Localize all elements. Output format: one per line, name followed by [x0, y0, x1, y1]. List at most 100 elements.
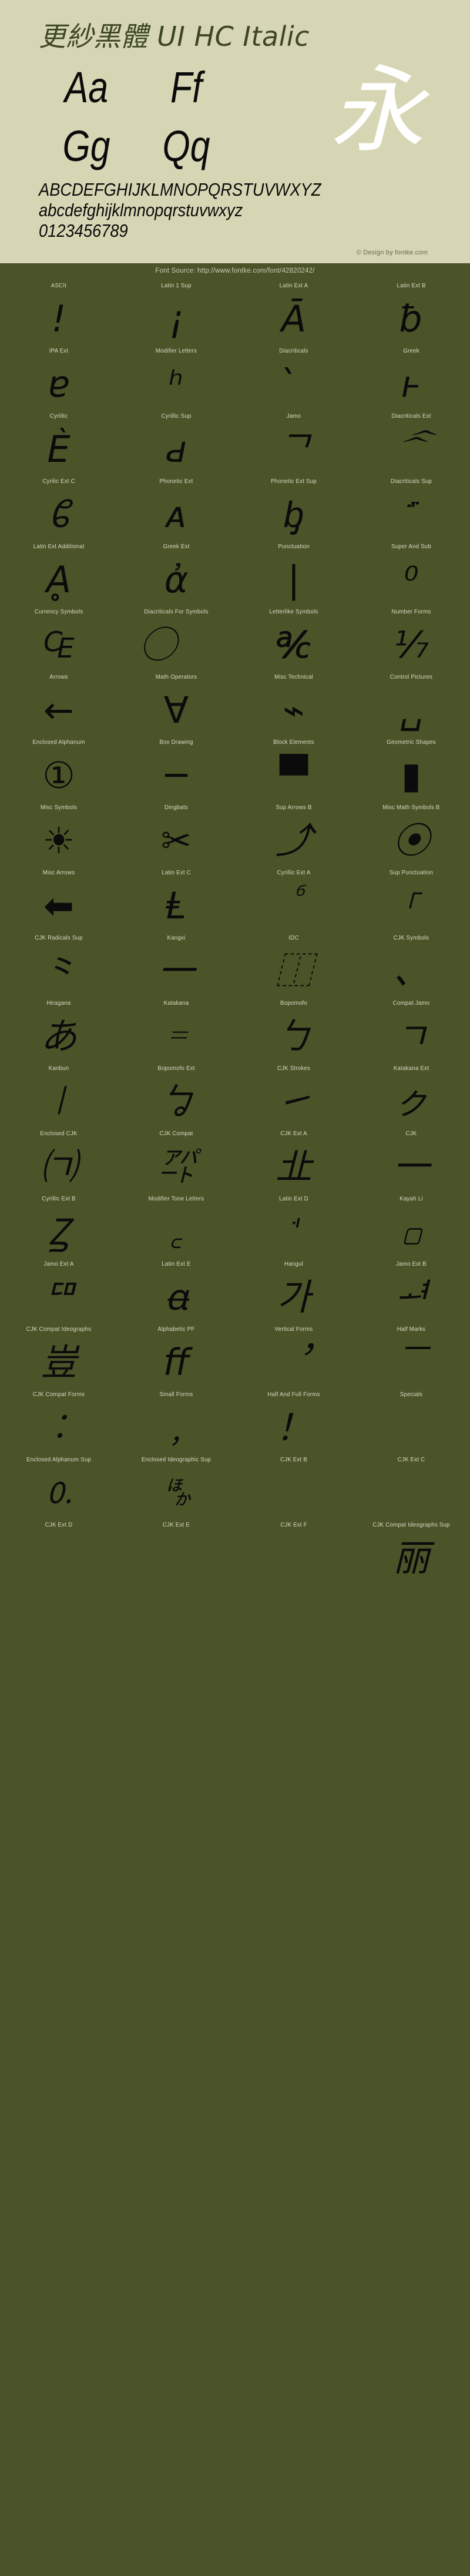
unicode-block-cell[interactable]: Kanbun ㆐ — [0, 1065, 118, 1130]
unicode-block-cell[interactable]: CJK 一 — [352, 1130, 470, 1195]
unicode-block-cell[interactable]: Sup Punctuation ⸀ — [352, 869, 470, 934]
unicode-block-cell[interactable]: IPA Ext ɐ — [0, 347, 118, 412]
unicode-block-cell[interactable]: Kayah Li ꤀ — [352, 1195, 470, 1260]
block-row: Hiragana あ Katakana ゠ Bopomofo ㄅ Compat Jamo ㄱ — [0, 999, 470, 1065]
unicode-block-cell[interactable]: Latin Ext A Ā — [235, 282, 352, 347]
unicode-block-cell[interactable]: Half Marks︦ — [352, 1326, 470, 1391]
unicode-block-cell[interactable]: CJK Ext C 𪜀 — [352, 1456, 470, 1521]
unicode-block-cell[interactable]: CJK Ext B 𠀀 — [235, 1456, 352, 1521]
unicode-block-cell[interactable]: Diacriticals Sup᷀᷁ — [352, 478, 470, 543]
unicode-block-cell[interactable]: Diacriticals̀ — [235, 347, 352, 412]
unicode-block-cell[interactable]: Dingbats ✂ — [118, 804, 235, 869]
unicode-block-glyph: ɐ — [0, 356, 118, 412]
unicode-block-glyph: ἀ — [118, 552, 235, 608]
unicode-block-cell[interactable]: Kangxi ⼀ — [118, 934, 235, 999]
unicode-block-cell[interactable]: Letterlike Symbols ℀ — [235, 608, 352, 673]
unicode-block-cell[interactable]: Cyrillic Ext B Ꙁ — [0, 1195, 118, 1260]
unicode-block-glyph: ힰ — [352, 1269, 470, 1326]
unicode-block-cell[interactable]: Cyrillic Ѐ — [0, 412, 118, 478]
unicode-block-cell[interactable]: Latin 1 Sup ¡ — [118, 282, 235, 347]
unicode-block-cell[interactable]: CJK Compat Ideographs Sup 丽 — [352, 1521, 470, 1586]
unicode-block-cell[interactable]: Misc Math Symbols B ⦿ — [352, 804, 470, 869]
unicode-block-cell[interactable]: CJK Symbols 、 — [352, 934, 470, 999]
unicode-block-cell[interactable]: Modifier Tone Letters ꜀ — [118, 1195, 235, 1260]
unicode-block-cell[interactable]: Cyrillic Sup ԁ — [118, 412, 235, 478]
unicode-block-cell[interactable]: Greek Ext ἀ — [118, 543, 235, 608]
unicode-block-cell[interactable]: Enclosed CJK ㈀ — [0, 1130, 118, 1195]
unicode-block-cell[interactable]: Number Forms ⅐ — [352, 608, 470, 673]
unicode-block-cell[interactable]: CJK Compat ㌀ — [118, 1130, 235, 1195]
block-row: Enclosed CJK ㈀ CJK Compat ㌀ CJK Ext A 㐀 CJK 一 — [0, 1130, 470, 1195]
unicode-block-cell[interactable]: Super And Sub ⁰ — [352, 543, 470, 608]
unicode-block-cell[interactable]: Latin Ext C Ⱡ — [118, 869, 235, 934]
unicode-block-label: Katakana Ext — [357, 1065, 465, 1072]
unicode-block-cell[interactable]: Jamo Ext A ꥠ — [0, 1260, 118, 1326]
unicode-block-cell[interactable]: Katakana Ext ㇰ — [352, 1065, 470, 1130]
unicode-block-cell[interactable]: CJK Strokes ㇀ — [235, 1065, 352, 1130]
unicode-block-cell[interactable]: Arrows ← — [0, 673, 118, 739]
unicode-block-cell[interactable]: Hiragana あ — [0, 999, 118, 1065]
unicode-block-cell[interactable]: Bopomofo Ext ㆠ — [118, 1065, 235, 1130]
unicode-block-cell[interactable]: Jamo Ext B ힰ — [352, 1260, 470, 1326]
unicode-block-label: Math Operators — [122, 673, 230, 681]
unicode-block-cell[interactable]: Misc Arrows ⬅ — [0, 869, 118, 934]
unicode-block-cell[interactable]: Latin Ext B ƀ — [352, 282, 470, 347]
unicode-block-cell[interactable]: Small Forms ﹐ — [118, 1391, 235, 1456]
unicode-block-cell[interactable]: Cyrilic Ext C ᲀ — [0, 478, 118, 543]
unicode-block-cell[interactable]: CJK Ext F 𬺰 — [235, 1521, 352, 1586]
unicode-block-cell[interactable]: CJK Compat Ideographs 豈 — [0, 1326, 118, 1391]
unicode-block-cell[interactable]: Currency Symbols ₠ — [0, 608, 118, 673]
unicode-block-label: Misc Math Symbols B — [357, 804, 465, 811]
font-source-bar[interactable]: Font Source: http://www.fontke.com/font/… — [0, 263, 470, 280]
unicode-block-cell[interactable]: Phonetic Ext Sup ᶀ — [235, 478, 352, 543]
unicode-block-cell[interactable]: Enclosed Alphanum Sup 🄀 — [0, 1456, 118, 1521]
unicode-block-cell[interactable]: Punctuation | — [235, 543, 352, 608]
unicode-block-cell[interactable]: ASCII! — [0, 282, 118, 347]
unicode-block-cell[interactable]: CJK Ext D 𫝀 — [0, 1521, 118, 1586]
unicode-block-cell[interactable]: Diacriticals Ext᷍᷍ — [352, 412, 470, 478]
unicode-block-cell[interactable]: Vertical Forms ︐ — [235, 1326, 352, 1391]
unicode-block-cell[interactable]: Math Operators ∀ — [118, 673, 235, 739]
unicode-block-cell[interactable]: Box Drawing ─ — [118, 739, 235, 804]
unicode-block-cell[interactable]: IDC ⿰ — [235, 934, 352, 999]
unicode-block-cell[interactable]: Phonetic Ext ᴀ — [118, 478, 235, 543]
font-specimen-page: 更紗黑體 UI HC Italic Aa Ff Gg Qq 永 ABCDEFGH… — [0, 0, 470, 1602]
unicode-block-label: Hiragana — [5, 999, 113, 1007]
unicode-block-cell[interactable]: Geometric Shapes ▮ — [352, 739, 470, 804]
unicode-block-cell[interactable]: Cyrillic Ext Aⷠ — [235, 869, 352, 934]
unicode-block-cell[interactable]: Misc Technical ⌁ — [235, 673, 352, 739]
unicode-block-cell[interactable]: Sup Arrows B ⤴ — [235, 804, 352, 869]
unicode-block-cell[interactable]: Jamo ᄀ — [235, 412, 352, 478]
unicode-block-cell[interactable]: CJK Compat Forms ︰ — [0, 1391, 118, 1456]
unicode-block-cell[interactable]: Enclosed Ideographic Sup 🈀 — [118, 1456, 235, 1521]
unicode-block-glyph: ʰ — [118, 356, 235, 412]
unicode-block-cell[interactable]: Bopomofo ㄅ — [235, 999, 352, 1065]
unicode-block-cell[interactable]: CJK Ext A 㐀 — [235, 1130, 352, 1195]
unicode-block-cell[interactable]: Misc Symbols ☀ — [0, 804, 118, 869]
unicode-block-cell[interactable]: Alphabetic PF ﬀ — [118, 1326, 235, 1391]
unicode-block-cell[interactable]: Specials ￼ — [352, 1391, 470, 1456]
unicode-block-cell[interactable]: CJK Ext E 𫠠 — [118, 1521, 235, 1586]
unicode-block-glyph: ㇰ — [352, 1074, 470, 1130]
unicode-block-label: CJK Strokes — [240, 1065, 348, 1072]
unicode-block-cell[interactable]: Latin Ext E ꬰ — [118, 1260, 235, 1326]
unicode-block-cell[interactable]: Enclosed Alphanum ① — [0, 739, 118, 804]
unicode-block-cell[interactable]: Half And Full Forms ！ — [235, 1391, 352, 1456]
unicode-block-cell[interactable]: Katakana ゠ — [118, 999, 235, 1065]
unicode-block-cell[interactable]: Block Elements ▀ — [235, 739, 352, 804]
unicode-block-cell[interactable]: Greek ͱ — [352, 347, 470, 412]
unicode-block-cell[interactable]: CJK Radicals Sup ⺀ — [0, 934, 118, 999]
unicode-block-cell[interactable]: Latin Ext D ꜗ — [235, 1195, 352, 1260]
unicode-block-cell[interactable]: Control Pictures ␣ — [352, 673, 470, 739]
unicode-block-label: Modifier Tone Letters — [122, 1195, 230, 1203]
unicode-block-label: Bopomofo Ext — [122, 1065, 230, 1072]
unicode-block-cell[interactable]: Diacriticals For Symbols⃝ — [118, 608, 235, 673]
digits-sample: 0123456789 — [39, 220, 402, 241]
unicode-block-cell[interactable]: Hangul 가 — [235, 1260, 352, 1326]
unicode-block-glyph: ① — [0, 747, 118, 804]
block-row: CJK Ext D 𫝀 CJK Ext E 𫠠 CJK Ext F 𬺰 CJK Compat… — [0, 1521, 470, 1586]
unicode-block-glyph: ꤀ — [352, 1204, 470, 1260]
unicode-block-cell[interactable]: Compat Jamo ㄱ — [352, 999, 470, 1065]
unicode-block-cell[interactable]: Latin Ext Additional Ḁ — [0, 543, 118, 608]
unicode-block-cell[interactable]: Modifier Letters ʰ — [118, 347, 235, 412]
